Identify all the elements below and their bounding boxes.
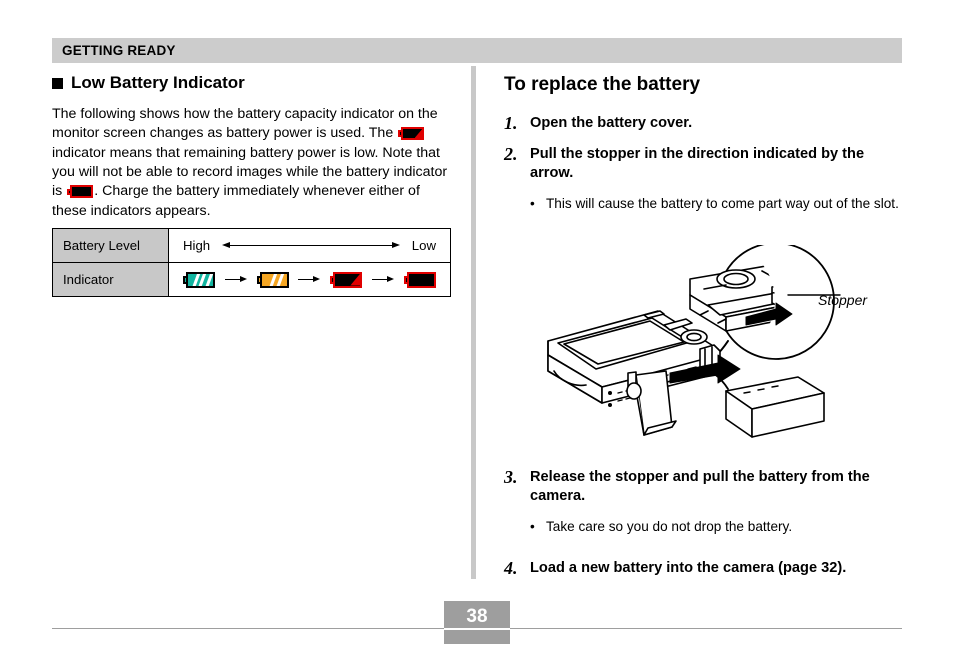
paragraph-text-1: The following shows how the battery capa…: [52, 105, 438, 142]
page-number-block-split: [444, 628, 510, 630]
running-header: GETTING READY: [52, 38, 902, 63]
section-heading-label: Low Battery Indicator: [71, 73, 245, 92]
step-1: 1. Open the battery cover.: [504, 114, 904, 133]
figure-callout-stopper-label: Stopper: [818, 292, 868, 308]
step-4-number: 4.: [504, 557, 518, 578]
step-3: 3. Release the stopper and pull the batt…: [504, 468, 904, 506]
level-low-label: Low: [411, 238, 436, 253]
battery-low-red-icon: [330, 271, 363, 288]
page-number: 38: [466, 606, 488, 627]
step-3-text: Release the stopper and pull the battery…: [530, 469, 870, 504]
step-3-number: 3.: [504, 467, 518, 487]
step-3-bullet-1-text: Take care so you do not drop the battery…: [546, 519, 793, 534]
step-2-number: 2.: [504, 144, 518, 164]
step-2-text: Pull the stopper in the direction indica…: [530, 146, 865, 181]
right-arrow-icon: [298, 275, 321, 285]
battery-low-red-icon: [398, 127, 425, 141]
column-divider: [471, 66, 476, 579]
battery-medium-orange-icon: [256, 271, 289, 288]
battery-empty-red-icon: [403, 271, 436, 288]
battery-empty-red-icon: [67, 185, 94, 199]
cell-battery-level-scale: High Low: [168, 228, 451, 263]
step-1-text: Open the battery cover.: [530, 115, 693, 131]
section-heading: Low Battery Indicator: [52, 73, 452, 93]
cell-indicator-label: Indicator: [52, 262, 169, 297]
right-arrow-icon: [224, 275, 247, 285]
bullet-dot-icon: •: [530, 196, 535, 211]
left-column: Low Battery Indicator The following show…: [52, 73, 452, 221]
double-headed-arrow-icon: [222, 241, 400, 251]
low-battery-paragraph: The following shows how the battery capa…: [52, 105, 452, 221]
step-2-bullet-1-text: This will cause the battery to come part…: [546, 196, 899, 211]
running-header-title: GETTING READY: [62, 43, 176, 58]
step-4-text: Load a new battery into the camera (page…: [530, 559, 847, 576]
cell-indicator-icons: [168, 262, 451, 297]
level-high-label: High: [183, 238, 211, 253]
table-row-indicator: Indicator: [52, 262, 451, 297]
paragraph-text-3: . Charge the battery immediately wheneve…: [52, 183, 420, 219]
black-square-bullet-icon: [52, 77, 63, 89]
right-arrow-icon: [372, 275, 395, 285]
table-row-battery-level: Battery Level High Low: [52, 228, 451, 263]
battery-level-table: Battery Level High Low Indicator: [52, 228, 451, 297]
step-2-bullet-1: • This will cause the battery to come pa…: [530, 195, 904, 214]
bullet-dot-icon: •: [530, 519, 535, 534]
battery-full-green-icon: [183, 271, 215, 288]
step-4: 4. Load a new battery into the camera (p…: [504, 557, 904, 578]
step-2: 2. Pull the stopper in the direction ind…: [504, 145, 904, 183]
step-1-number: 1.: [504, 113, 518, 133]
right-column-lower: 3. Release the stopper and pull the batt…: [504, 468, 904, 590]
step-3-bullet-1: • Take care so you do not drop the batte…: [530, 518, 904, 537]
camera-battery-removal-illustration: [540, 242, 930, 445]
cell-battery-level-label: Battery Level: [52, 228, 169, 263]
right-column: To replace the battery 1. Open the batte…: [504, 74, 904, 214]
procedure-heading: To replace the battery: [504, 74, 701, 95]
